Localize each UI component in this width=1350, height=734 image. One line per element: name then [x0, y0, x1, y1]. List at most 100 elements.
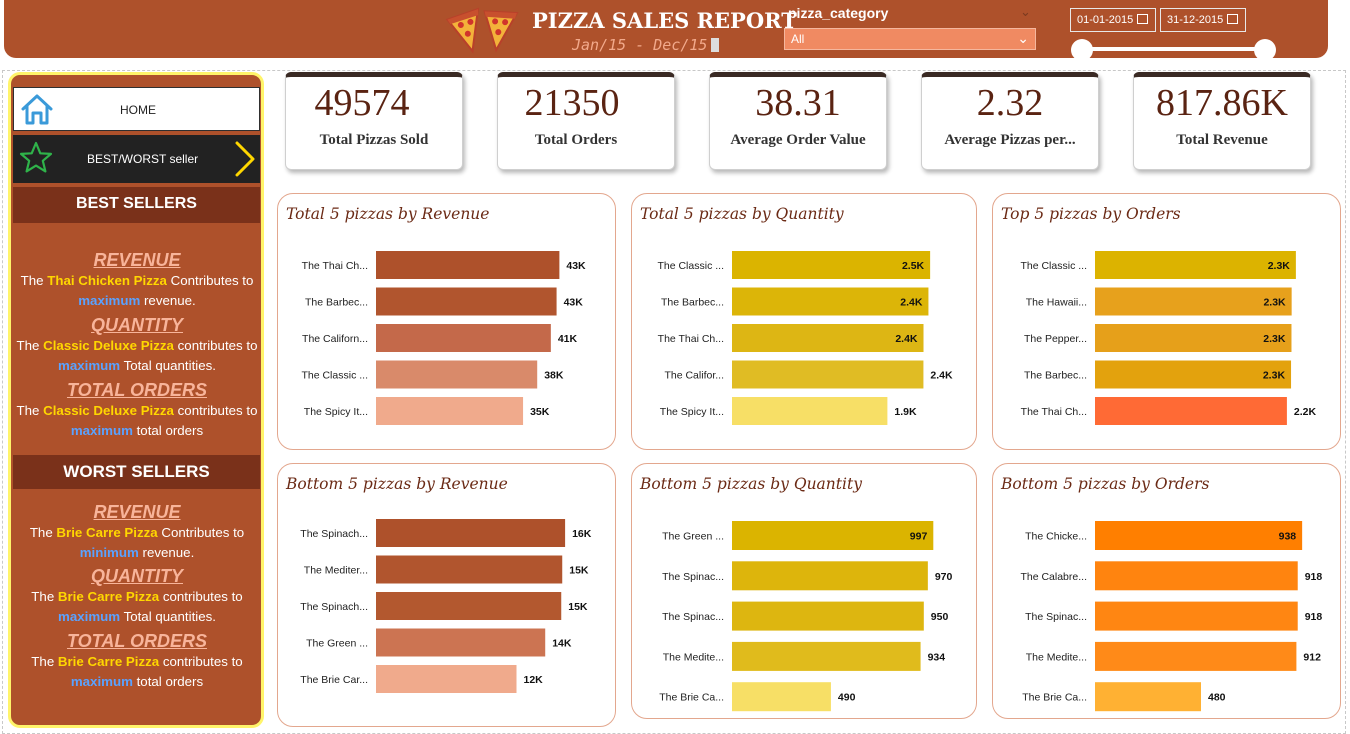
- bar[interactable]: [732, 521, 934, 550]
- data-label: 2.4K: [930, 370, 953, 382]
- keyword: maximum: [78, 293, 141, 308]
- data-label: 912: [1303, 651, 1321, 663]
- chevron-down-icon[interactable]: ⌄: [1020, 4, 1031, 20]
- pizza-name: Brie Carre Pizza: [56, 525, 158, 540]
- bar[interactable]: [376, 665, 517, 693]
- keyword: maximum: [70, 674, 133, 689]
- category-label: The Thai Ch...: [1021, 406, 1087, 418]
- date-start-input[interactable]: 01-01-2015: [1070, 8, 1156, 32]
- bar[interactable]: [1095, 397, 1287, 425]
- bar[interactable]: [1095, 287, 1292, 316]
- bar[interactable]: [1095, 521, 1303, 550]
- bar[interactable]: [376, 251, 560, 279]
- bar[interactable]: [732, 287, 929, 316]
- chart-plot: The Classic ... 2.5K The Barbec... 2.4K The …: [657, 251, 953, 425]
- data-label: 918: [1305, 571, 1323, 583]
- pizza-logo-icon: [445, 7, 519, 54]
- home-button[interactable]: HOME: [13, 87, 260, 131]
- insight-heading: QUANTITY: [91, 566, 183, 586]
- bar[interactable]: [732, 561, 928, 591]
- bar[interactable]: [376, 287, 557, 316]
- chevron-down-icon: ⌄: [1017, 30, 1029, 46]
- date-end-input[interactable]: 31-12-2015: [1160, 8, 1246, 32]
- kpi-card-total-orders: 21350 Total Orders: [497, 72, 675, 170]
- category-label: The Spinach...: [300, 528, 368, 540]
- bar[interactable]: [1095, 682, 1201, 712]
- data-label: 16K: [572, 528, 592, 540]
- pizza-name: Thai Chicken Pizza: [47, 273, 167, 288]
- bar[interactable]: [1095, 360, 1292, 389]
- kpi-card-average-order-value: 38.31 Average Order Value: [709, 72, 887, 170]
- data-label: 41K: [558, 333, 578, 345]
- keyword: minimum: [79, 545, 139, 560]
- data-label: 918: [1305, 611, 1323, 623]
- bar[interactable]: [376, 360, 538, 389]
- bar[interactable]: [732, 682, 831, 712]
- bar[interactable]: [732, 360, 924, 389]
- kpi-label: Total Orders: [534, 132, 618, 148]
- date-range-handle-end[interactable]: [1254, 39, 1276, 61]
- category-label: The Barbec...: [305, 297, 368, 309]
- data-label: 2.3K: [1263, 333, 1286, 345]
- category-label: The Calabre...: [1020, 571, 1087, 583]
- bar[interactable]: [732, 601, 924, 631]
- keyword: maximum: [58, 609, 121, 624]
- kpi-card-total-revenue: 817.86K Total Revenue: [1133, 72, 1311, 170]
- date-range-slider-track[interactable]: [1082, 47, 1266, 51]
- chart-bottom-orders: Bottom 5 pizzas by Orders The Chicke... 9…: [992, 463, 1341, 719]
- sidebar: HOME BEST/WORST seller BEST SELLERS REVE…: [8, 72, 264, 728]
- chart-top-revenue: Total 5 pizzas by Revenue The Thai Ch...…: [277, 193, 616, 450]
- kpi-label: Average Order Value: [730, 132, 866, 148]
- data-label: 480: [1208, 692, 1226, 704]
- bar[interactable]: [376, 397, 524, 425]
- bar[interactable]: [376, 628, 546, 657]
- chart-plot: The Chicke... 938 The Calabre... 918 The Spi…: [1020, 521, 1323, 712]
- insight-heading: TOTAL ORDERS: [66, 631, 207, 651]
- bar[interactable]: [376, 555, 563, 584]
- kpi-value: 38.31: [755, 82, 841, 124]
- category-filter-dropdown[interactable]: All ⌄: [784, 28, 1036, 50]
- data-label: 12K: [524, 674, 544, 686]
- bar[interactable]: [376, 592, 562, 620]
- data-label: 997: [910, 531, 928, 543]
- category-label: The Barbec...: [1024, 370, 1087, 382]
- data-label: 38K: [544, 370, 564, 382]
- category-label: The Spinach...: [300, 601, 368, 613]
- data-label: 35K: [530, 406, 550, 418]
- bar[interactable]: [1095, 251, 1296, 279]
- category-label: The Green ...: [662, 531, 724, 543]
- bar[interactable]: [1095, 601, 1298, 631]
- best-worst-seller-button[interactable]: BEST/WORST seller: [13, 135, 260, 183]
- star-icon: [19, 141, 53, 173]
- category-label: The Chicke...: [1025, 531, 1087, 543]
- calendar-icon[interactable]: [1227, 14, 1239, 24]
- kpi-card-total-pizzas-sold: 49574 Total Pizzas Sold: [285, 72, 463, 170]
- keyword: maximum: [70, 423, 133, 438]
- report-period: Jan/15 - Dec/15: [572, 36, 720, 54]
- chevron-right-icon[interactable]: [233, 139, 257, 179]
- kpi-value: 817.86K: [1156, 82, 1288, 124]
- date-end-value: 31-12-2015: [1167, 14, 1224, 26]
- bar[interactable]: [1095, 641, 1297, 671]
- insight-text: The Classic Deluxe Pizza contributes to …: [16, 403, 258, 438]
- data-label: 14K: [552, 638, 572, 650]
- chart-bottom-quantity: Bottom 5 pizzas by Quantity The Green ..…: [631, 463, 977, 719]
- pizza-name: Brie Carre Pizza: [57, 654, 160, 669]
- date-range-handle-start[interactable]: [1071, 39, 1093, 61]
- bar[interactable]: [1095, 561, 1298, 591]
- calendar-icon[interactable]: [1137, 14, 1149, 24]
- worst-sellers-heading: WORST SELLERS: [13, 455, 260, 489]
- category-label: The Classic ...: [301, 370, 368, 382]
- category-filter-label: pizza_category: [788, 5, 889, 21]
- data-label: 938: [1279, 531, 1297, 543]
- insight-text: The Brie Carre Pizza contributes to maxi…: [31, 654, 243, 689]
- bar[interactable]: [376, 324, 551, 352]
- category-label: The Spinac...: [1025, 611, 1087, 623]
- kpi-label: Total Revenue: [1176, 132, 1268, 148]
- bar[interactable]: [732, 397, 888, 425]
- bar[interactable]: [732, 641, 921, 671]
- bar[interactable]: [732, 251, 931, 279]
- insight-text: The Classic Deluxe Pizza contributes to …: [16, 338, 258, 373]
- bar[interactable]: [1095, 324, 1292, 352]
- bar[interactable]: [376, 519, 566, 547]
